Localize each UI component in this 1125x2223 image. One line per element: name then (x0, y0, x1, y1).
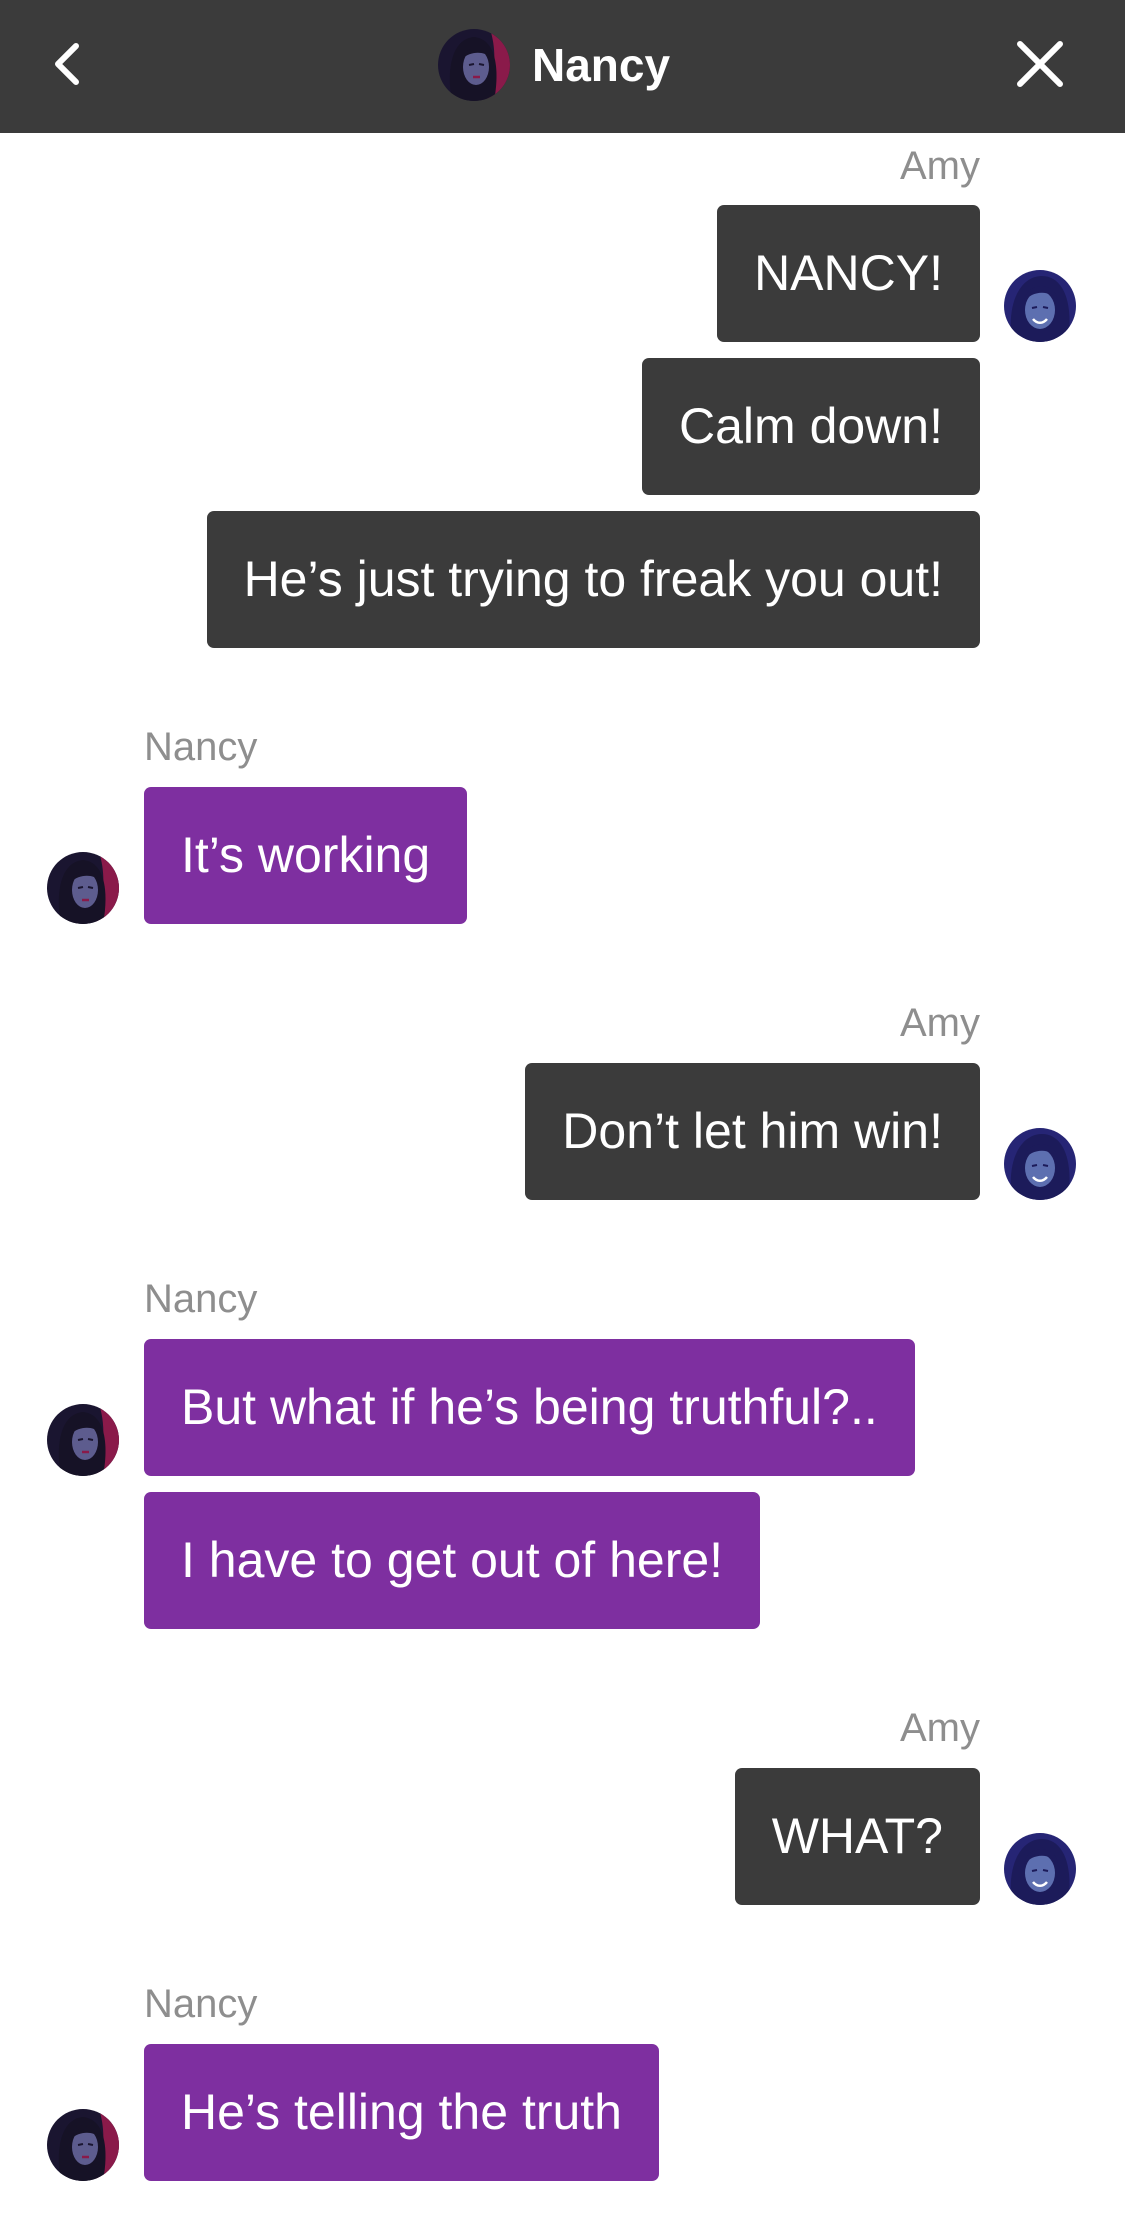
sender-label: Amy (900, 1706, 980, 1750)
avatar-nancy (47, 2109, 119, 2181)
chat-header-contact: Nancy (438, 25, 670, 105)
chat-title: Nancy (532, 39, 671, 91)
avatar-amy (1004, 1128, 1076, 1200)
close-icon (1012, 41, 1068, 98)
avatar-nancy (47, 1404, 119, 1476)
chat-header: Nancy (0, 0, 1125, 133)
avatar-amy (1004, 1833, 1076, 1905)
chevron-left-icon (42, 43, 92, 98)
message-bubble: WHAT? (734, 1768, 980, 1905)
avatar-amy (1004, 270, 1076, 342)
sender-label: Nancy (144, 1982, 258, 2026)
sender-label: Nancy (144, 725, 258, 769)
message-bubble: It’s working (144, 787, 468, 924)
message-bubble: He’s just trying to freak you out! (206, 511, 980, 648)
message-bubble: He’s telling the truth (144, 2044, 659, 2181)
sender-label: Nancy (144, 1277, 258, 1321)
message-bubble: But what if he’s being truthful?.. (144, 1339, 915, 1476)
message-bubble: I have to get out of here! (144, 1492, 761, 1629)
avatar-nancy (438, 29, 510, 101)
sender-label: Amy (900, 144, 980, 188)
back-button[interactable] (42, 34, 92, 94)
sender-label: Amy (900, 1001, 980, 1045)
message-bubble: Calm down! (642, 358, 980, 495)
message-bubble: Don’t let him win! (525, 1063, 980, 1200)
message-bubble: NANCY! (717, 205, 980, 342)
close-button[interactable] (1012, 34, 1068, 94)
avatar-nancy (47, 852, 119, 924)
